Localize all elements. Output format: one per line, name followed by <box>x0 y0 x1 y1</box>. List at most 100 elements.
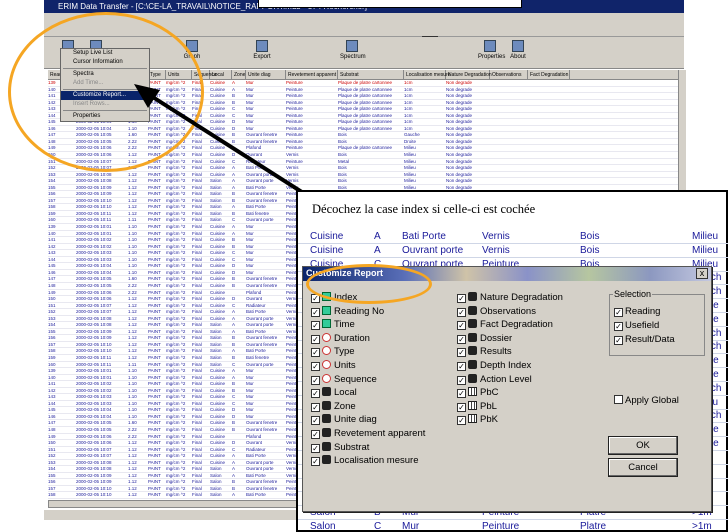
toolbar-export-button[interactable]: Export <box>250 40 274 66</box>
checkbox[interactable]: ✓ <box>614 336 623 345</box>
field-label: Type <box>334 346 355 358</box>
column-header[interactable]: Observations <box>490 70 528 79</box>
field-fact-degradation[interactable]: ✓ Fact Degradation <box>457 319 553 331</box>
zoomed-cell: A <box>374 244 381 256</box>
field-label: Substrat <box>334 441 370 453</box>
field-label: Zone <box>334 400 356 412</box>
table-cell: A <box>232 492 236 498</box>
checkbox[interactable]: ✓ <box>311 430 320 439</box>
toolbar-label: About <box>510 54 526 60</box>
field-results[interactable]: ✓ Results <box>457 346 512 358</box>
column-header[interactable]: Local <box>210 70 232 79</box>
checkbox[interactable]: ✓ <box>457 402 466 412</box>
grid-icon <box>468 400 477 410</box>
column-header[interactable]: Substrat <box>338 70 404 79</box>
checkbox[interactable]: ✓ <box>457 375 466 385</box>
field-units[interactable]: ✓ Units <box>311 360 356 372</box>
db-icon <box>468 346 477 356</box>
db-icon <box>468 332 477 342</box>
db-icon <box>468 373 477 383</box>
field-local[interactable]: ✓ Local <box>311 387 357 399</box>
column-header[interactable]: Fact Degradation <box>528 70 570 79</box>
toolbar-about-button[interactable]: About <box>506 40 530 66</box>
grid-icon <box>468 387 477 397</box>
field-pbk[interactable]: ✓ PbK <box>457 414 498 426</box>
checkbox[interactable]: ✓ <box>311 389 320 399</box>
field-label: Dossier <box>480 332 513 344</box>
field-duration[interactable]: ✓ Duration <box>311 332 370 345</box>
field-observations[interactable]: ✓ Observations <box>457 305 536 318</box>
field-pbc[interactable]: ✓ PbC <box>457 387 498 399</box>
field-nature-degradation[interactable]: ✓ Nature Degradation <box>457 292 563 304</box>
field-depth-index[interactable]: ✓ Depth Index <box>457 360 531 372</box>
field-label: Action Level <box>480 373 532 385</box>
apply-global-checkbox[interactable]: Apply Global <box>614 395 679 407</box>
close-icon[interactable]: x <box>696 268 708 279</box>
column-header[interactable]: Revetement apparent <box>286 70 338 79</box>
checkbox[interactable]: ✓ <box>457 321 466 331</box>
column-header[interactable]: Nature Degradation <box>446 70 492 79</box>
column-header[interactable]: Zone <box>232 70 246 79</box>
field-reading-no[interactable]: ✓ Reading No <box>311 305 384 318</box>
table-cell: Final <box>192 492 202 498</box>
clock-icon <box>322 373 331 383</box>
checkbox[interactable]: ✓ <box>457 294 466 303</box>
about-icon <box>512 40 524 52</box>
field-unite-diag[interactable]: ✓ Unite diag <box>311 414 377 426</box>
checkbox[interactable]: ✓ <box>614 322 623 331</box>
checkbox[interactable]: ✓ <box>311 375 320 385</box>
toolbar-label: Properties <box>478 54 506 60</box>
selection-reading[interactable]: ✓ Reading <box>614 306 660 318</box>
field-label: Unite diag <box>334 414 377 426</box>
checkbox[interactable]: ✓ <box>311 402 320 412</box>
field-sequence[interactable]: ✓ Sequence <box>311 373 377 386</box>
checkbox[interactable]: ✓ <box>311 416 320 426</box>
cancel-button[interactable]: Cancel <box>608 458 678 477</box>
checkbox[interactable]: ✓ <box>311 334 320 344</box>
checkbox[interactable]: ✓ <box>311 443 320 453</box>
zoomed-cell: A <box>374 231 381 242</box>
caption-box <box>258 0 522 8</box>
checkbox[interactable]: ✓ <box>457 348 466 358</box>
field-pbl[interactable]: ✓ PbL <box>457 400 497 413</box>
db-icon <box>322 400 331 410</box>
field-label: Localisation mesure <box>334 455 419 467</box>
checkbox[interactable]: ✓ <box>457 389 466 399</box>
field-localisation-mesure[interactable]: ✓ Localisation mesure <box>311 455 419 467</box>
clock-icon <box>322 332 331 342</box>
zoomed-row: Salon C Mur Peinture Platre >1m <box>298 520 728 532</box>
toolbar-spectrum-button[interactable]: Spectrum <box>340 40 366 66</box>
checkbox[interactable]: ✓ <box>614 308 623 317</box>
db-icon <box>468 305 477 315</box>
column-header[interactable]: Unite diag <box>246 70 286 79</box>
callout-instruction: Décochez la case index si celle-ci est c… <box>312 202 536 216</box>
checkbox[interactable]: ✓ <box>457 416 466 426</box>
ok-button[interactable]: OK <box>608 436 678 455</box>
selection-usefield[interactable]: ✓ Usefield <box>614 320 659 332</box>
field-dossier[interactable]: ✓ Dossier <box>457 332 513 345</box>
checkbox[interactable]: ✓ <box>311 321 320 331</box>
checkbox[interactable] <box>614 395 623 404</box>
checkbox[interactable]: ✓ <box>311 348 320 358</box>
grid-icon <box>468 414 477 424</box>
field-substrat[interactable]: ✓ Substrat <box>311 441 370 454</box>
checkbox[interactable]: ✓ <box>311 362 320 371</box>
toolbar-properties-button[interactable]: Properties <box>478 40 506 66</box>
field-revetement-apparent[interactable]: ✓ Revetement apparent <box>311 428 425 440</box>
field-type[interactable]: ✓ Type <box>311 346 355 358</box>
highlight-oval <box>306 264 432 304</box>
checkbox[interactable]: ✓ <box>457 334 466 344</box>
checkbox[interactable]: ✓ <box>457 362 466 371</box>
field-action-level[interactable]: ✓ Action Level <box>457 373 532 386</box>
db-icon <box>322 441 331 451</box>
checkbox[interactable]: ✓ <box>457 307 466 317</box>
column-header[interactable]: Localisation mesure <box>404 70 450 79</box>
checkbox[interactable]: ✓ <box>311 457 320 467</box>
export-icon <box>256 40 268 52</box>
checkbox[interactable]: ✓ <box>311 307 320 317</box>
field-label: Depth Index <box>480 360 532 371</box>
field-time[interactable]: ✓ Time <box>311 319 355 331</box>
selection-result-data[interactable]: ✓ Result/Data <box>614 334 675 346</box>
db-icon <box>468 360 477 369</box>
field-zone[interactable]: ✓ Zone <box>311 400 356 413</box>
